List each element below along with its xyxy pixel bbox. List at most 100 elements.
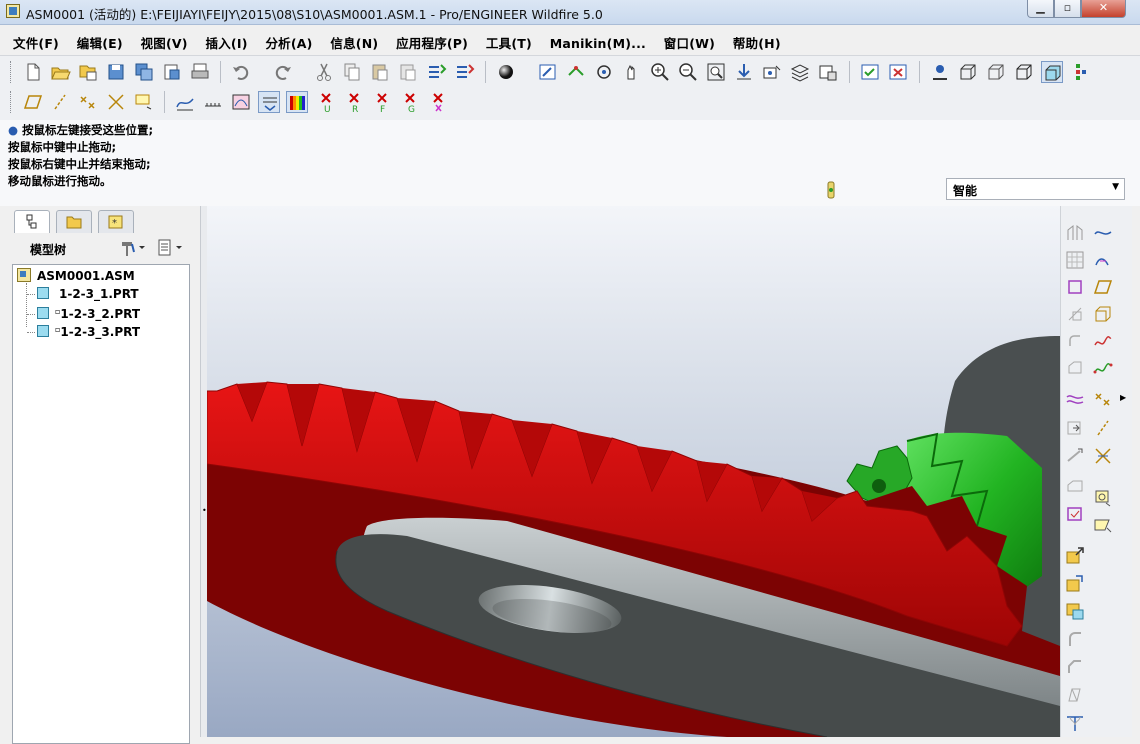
menu-edit[interactable]: 编辑(E) (70, 34, 130, 54)
no-hidden-icon[interactable] (1013, 61, 1035, 83)
status-light-icon[interactable] (825, 180, 837, 200)
datum-axis-toggle-icon[interactable] (49, 91, 71, 113)
tree-root[interactable]: ASM0001.ASM (17, 267, 135, 285)
datum-plane-toggle-icon[interactable] (22, 91, 44, 113)
blend-icon[interactable] (1064, 357, 1086, 379)
measure-icon[interactable] (202, 91, 224, 113)
menu-manikin[interactable]: Manikin(M)... (543, 34, 653, 54)
reorient-icon[interactable] (733, 61, 755, 83)
create-component-icon[interactable] (1064, 572, 1086, 594)
paste-special-icon[interactable] (397, 61, 419, 83)
thicken-icon[interactable] (1064, 445, 1086, 467)
toolbar-grip[interactable] (10, 91, 14, 113)
zoom-out-icon[interactable] (677, 61, 699, 83)
pattern-icon[interactable] (1064, 249, 1086, 271)
shading-icon[interactable] (1041, 61, 1063, 83)
spin-center-icon[interactable] (593, 61, 615, 83)
constraint-u-icon[interactable]: U (316, 91, 338, 113)
annotation-feature-icon[interactable] (1092, 514, 1114, 536)
paste-icon[interactable] (369, 61, 391, 83)
spline-icon[interactable] (1092, 330, 1114, 352)
menu-window[interactable]: 窗口(W) (657, 34, 722, 54)
assemble-component-icon[interactable] (1064, 544, 1086, 566)
tree-item[interactable]: 1-2-3_1.PRT (27, 285, 139, 303)
constraint-r-icon[interactable]: R (344, 91, 366, 113)
close-button[interactable]: ✕ (1081, 0, 1126, 18)
menu-help[interactable]: 帮助(H) (726, 34, 788, 54)
display-check-icon[interactable] (859, 61, 881, 83)
coordinate-system-toggle-icon[interactable] (105, 91, 127, 113)
splitter-handle-icon[interactable]: • (202, 506, 207, 515)
package-component-icon[interactable] (1064, 600, 1086, 622)
settings-icon[interactable] (118, 238, 146, 261)
close-window-icon[interactable] (887, 61, 909, 83)
wireframe-icon[interactable] (957, 61, 979, 83)
trim-icon[interactable] (1064, 303, 1086, 325)
open-session-icon[interactable] (77, 61, 99, 83)
datum-plane-icon[interactable] (1092, 276, 1114, 298)
wave-surface-icon[interactable] (1064, 388, 1086, 410)
tab-favorites[interactable]: * (98, 210, 134, 233)
tab-model-tree[interactable] (14, 210, 50, 233)
draft-analysis-icon[interactable] (258, 91, 280, 113)
datum-point-toggle-icon[interactable] (77, 91, 99, 113)
curve-through-points-icon[interactable] (1092, 357, 1114, 379)
undo-icon[interactable] (230, 61, 252, 83)
menu-file[interactable]: 文件(F) (6, 34, 66, 54)
datum-axis-feature-icon[interactable] (1092, 417, 1114, 439)
open-folder-icon[interactable] (49, 61, 71, 83)
constraint-x-icon[interactable] (428, 91, 450, 113)
zoom-in-icon[interactable] (649, 61, 671, 83)
annotation-toggle-icon[interactable] (133, 91, 155, 113)
solidify-icon[interactable] (1064, 475, 1086, 497)
print-icon[interactable] (189, 61, 211, 83)
draft-icon[interactable] (1064, 684, 1086, 706)
menu-applications[interactable]: 应用程序(P) (389, 34, 475, 54)
model-display-icon[interactable] (929, 61, 951, 83)
sketch-icon[interactable] (537, 61, 559, 83)
curvature-icon[interactable] (230, 91, 252, 113)
constraint-g-icon[interactable]: G (400, 91, 422, 113)
tab-folder-browser[interactable] (56, 210, 92, 233)
toolbar-grip[interactable] (10, 61, 14, 83)
rib-icon[interactable] (1064, 712, 1086, 734)
minimize-button[interactable]: ▁ (1027, 0, 1054, 18)
offset-icon[interactable] (1064, 417, 1086, 439)
menu-view[interactable]: 视图(V) (134, 34, 195, 54)
layers-icon[interactable] (789, 61, 811, 83)
save-icon[interactable] (105, 61, 127, 83)
chamfer-icon[interactable] (1064, 656, 1086, 678)
right-panel-scrollbar[interactable] (1132, 206, 1140, 737)
refit-icon[interactable] (705, 61, 727, 83)
graphics-viewport[interactable] (207, 206, 1060, 737)
appearance-sphere-icon[interactable] (495, 61, 517, 83)
menu-tools[interactable]: 工具(T) (479, 34, 539, 54)
tree-item[interactable]: ▫1-2-3_3.PRT (27, 321, 140, 339)
selection-filter-select[interactable]: 智能 ▼ (946, 178, 1125, 200)
constraint-f-icon[interactable]: F (372, 91, 394, 113)
redo-icon[interactable] (272, 61, 294, 83)
mirror-icon[interactable] (1064, 222, 1086, 244)
analysis-feature-icon[interactable] (1092, 487, 1114, 509)
color-map-icon[interactable] (286, 91, 308, 113)
maximize-button[interactable]: ▫ (1054, 0, 1081, 18)
menu-analysis[interactable]: 分析(A) (258, 34, 319, 54)
backup-icon[interactable] (161, 61, 183, 83)
curve-analysis-icon[interactable] (174, 91, 196, 113)
coordinate-system-icon[interactable] (1092, 445, 1114, 467)
chevron-right-icon[interactable]: ▶ (1120, 393, 1126, 402)
datum-display-icon[interactable] (1069, 61, 1091, 83)
saved-views-icon[interactable] (761, 61, 783, 83)
round-icon[interactable] (1064, 330, 1086, 352)
plane-icon[interactable] (1064, 276, 1086, 298)
cut-icon[interactable] (313, 61, 335, 83)
save-copy-icon[interactable] (133, 61, 155, 83)
regenerate-icon[interactable] (425, 61, 447, 83)
hidden-line-icon[interactable] (985, 61, 1007, 83)
regen-manager-icon[interactable] (453, 61, 475, 83)
sketched-curve-icon[interactable] (1092, 249, 1114, 271)
datum-point-icon[interactable] (1092, 388, 1114, 410)
cut-round-icon[interactable] (1064, 628, 1086, 650)
show-icon[interactable] (156, 238, 184, 261)
datum-curve-icon[interactable] (1092, 222, 1114, 244)
